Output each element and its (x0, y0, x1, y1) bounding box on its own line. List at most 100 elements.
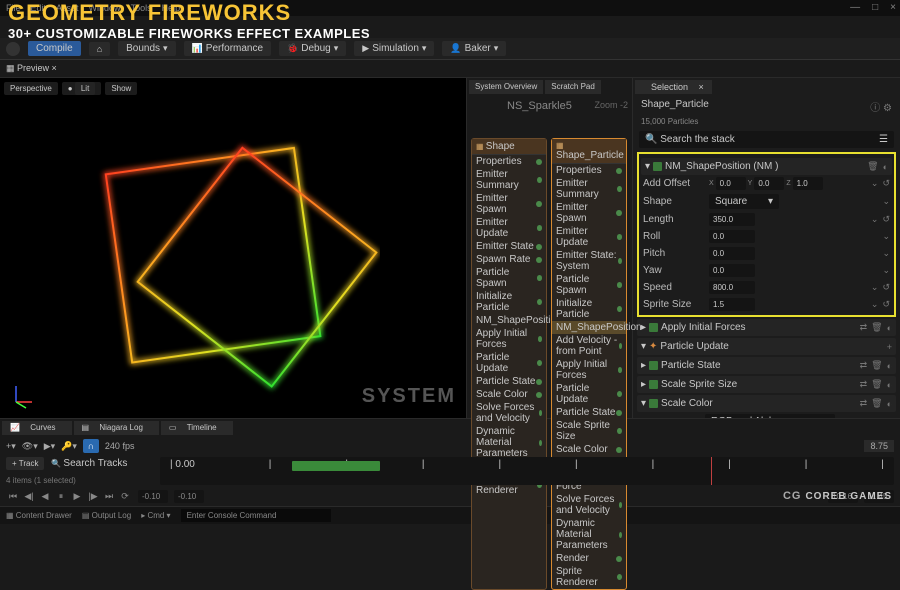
node-row[interactable]: Apply Initial Forces (472, 327, 546, 351)
bounds-button[interactable]: Bounds ▾ (118, 41, 175, 56)
range-start[interactable]: -0.10 (138, 490, 168, 503)
yaw-input[interactable]: 0.0 (709, 264, 755, 277)
node-row[interactable]: Solve Forces and Velocity (472, 401, 546, 425)
tab-selection[interactable]: Selection × (635, 80, 712, 94)
length-input[interactable]: 350.0 (709, 213, 755, 226)
goto-start-icon[interactable]: ⏮ (6, 491, 20, 502)
node-row[interactable]: Sprite Renderer (552, 565, 626, 589)
node-row[interactable]: Emitter Update (472, 216, 546, 240)
speed-input[interactable]: 800.0 (709, 281, 755, 294)
emitter-node-shape-particle[interactable]: ▦ Shape_Particle PropertiesEmitter Summa… (551, 138, 627, 590)
module-header[interactable]: ▾NM_ShapePosition (NM )🗑◐ (641, 158, 892, 175)
chevron-down-icon[interactable]: ⌄ (871, 178, 879, 189)
node-row[interactable]: Apply Initial Forces (552, 358, 626, 382)
timeline-segment[interactable] (292, 461, 380, 471)
search-tracks[interactable]: 🔍 Search Tracks (51, 459, 127, 468)
node-row[interactable]: Render (552, 552, 626, 565)
cmd-button[interactable]: ▸ Cmd ▾ (141, 511, 170, 520)
node-row[interactable]: Emitter Summary (552, 177, 626, 201)
maximize-icon[interactable]: □ (872, 2, 878, 13)
minimize-icon[interactable]: — (850, 2, 860, 13)
pitch-input[interactable]: 0.0 (709, 247, 755, 260)
offset-y-input[interactable]: 0.0 (754, 177, 784, 190)
emitter-node-shape[interactable]: ▦ Shape PropertiesEmitter SummaryEmitter… (471, 138, 547, 590)
viewport-perspective[interactable]: Perspective (4, 82, 58, 95)
delete-icon[interactable]: 🗑 (867, 161, 878, 172)
preview-viewport[interactable]: Perspective ● Lit Show SYSTEM (0, 78, 466, 418)
reset-icon[interactable]: ↺ (882, 178, 890, 189)
node-row[interactable]: Add Velocity - from Point (552, 334, 626, 358)
viewport-show[interactable]: Show (105, 82, 137, 95)
viewport-lit[interactable]: ● Lit (62, 82, 102, 95)
preview-tab[interactable]: ▦ Preview × (6, 63, 57, 74)
tab-system-overview[interactable]: System Overview (469, 80, 543, 94)
node-row[interactable]: Emitter Spawn (472, 192, 546, 216)
baker-button[interactable]: 👤 Baker ▾ (442, 41, 506, 56)
toggle-icon[interactable]: ◐ (883, 162, 888, 172)
key-icon[interactable]: 🔑▾ (61, 441, 77, 452)
node-row[interactable]: Solve Forces and Velocity (552, 493, 626, 517)
playback-icon[interactable]: ▶▾ (44, 441, 55, 452)
current-time[interactable]: 8.75 (864, 440, 894, 452)
node-row[interactable]: Emitter State (472, 240, 546, 253)
curve-mode-icon[interactable]: ∩ (83, 439, 99, 453)
node-row[interactable]: NM_ShapePosition (472, 314, 546, 327)
add-track-button[interactable]: + Track (6, 457, 44, 470)
tab-timeline[interactable]: ▭ Timeline (161, 421, 233, 435)
node-row[interactable]: Emitter Spawn (552, 201, 626, 225)
step-fwd-icon[interactable]: |▶ (86, 491, 100, 502)
console-input[interactable]: Enter Console Command (181, 509, 331, 522)
tab-scratch-pad[interactable]: Scratch Pad (545, 80, 601, 94)
output-log-button[interactable]: ▤ Output Log (82, 511, 131, 520)
node-row[interactable]: Particle State (472, 375, 546, 388)
node-row[interactable]: Emitter State: System (552, 249, 626, 273)
play-icon[interactable]: ▶ (70, 491, 84, 502)
shape-dropdown[interactable]: Square▾ (709, 194, 779, 209)
node-row[interactable]: Particle Update (472, 351, 546, 375)
stack-icons[interactable]: ⓘ ⚙ (870, 99, 892, 114)
play-reverse-icon[interactable]: ◀ (38, 491, 52, 502)
node-row[interactable]: Dynamic Material Parameters (552, 517, 626, 552)
search-stack-input[interactable]: 🔍 Search the stack☰ (639, 131, 894, 148)
close-icon[interactable]: × (890, 2, 896, 13)
particle-update-header[interactable]: ▾✦Particle Update+ (637, 338, 896, 355)
view-start[interactable]: -0.10 (174, 490, 204, 503)
playhead[interactable] (711, 457, 712, 485)
offset-z-input[interactable]: 1.0 (793, 177, 823, 190)
offset-x-input[interactable]: 0.0 (716, 177, 746, 190)
node-row[interactable]: Scale Sprite Size (552, 419, 626, 443)
node-row[interactable]: Particle State (552, 406, 626, 419)
fps-dropdown[interactable]: 240 fps (105, 441, 135, 451)
timeline-track[interactable]: | 0.00||||||||| (160, 457, 894, 485)
apply-initial-forces-header[interactable]: ▸Apply Initial Forces⇄🗑◐ (637, 319, 896, 336)
node-row[interactable]: Initialize Particle (552, 297, 626, 321)
goto-end-icon[interactable]: ⏭ (102, 491, 116, 502)
add-key-icon[interactable]: +▾ (6, 441, 16, 452)
filter-icon[interactable]: ☰ (879, 134, 888, 145)
tab-curves[interactable]: 📈 Curves (2, 421, 72, 435)
scale-sprite-size-header[interactable]: ▸Scale Sprite Size⇄🗑◐ (637, 376, 896, 393)
view-icon[interactable]: 👁▾ (22, 441, 38, 452)
node-row[interactable]: NM_ShapePosition (552, 321, 626, 334)
simulation-button[interactable]: ▶ Simulation ▾ (354, 41, 434, 56)
roll-input[interactable]: 0.0 (709, 230, 755, 243)
module-enabled-checkbox[interactable] (653, 162, 662, 171)
step-back-icon[interactable]: ◀| (22, 491, 36, 502)
node-row[interactable]: Dynamic Material Parameters (472, 425, 546, 460)
compile-button[interactable]: Compile (28, 41, 81, 56)
node-row[interactable]: Particle Spawn (472, 266, 546, 290)
debug-button[interactable]: 🐞 Debug ▾ (279, 41, 346, 56)
pause-icon[interactable]: ⏸ (54, 491, 68, 502)
node-row[interactable]: Emitter Update (552, 225, 626, 249)
node-row[interactable]: Emitter Summary (472, 168, 546, 192)
spritesize-input[interactable]: 1.5 (709, 298, 755, 311)
scalemode-dropdown[interactable]: RGB and Alpha Separately▾ (705, 414, 835, 418)
node-row[interactable]: Initialize Particle (472, 290, 546, 314)
node-row[interactable]: Properties (472, 155, 546, 168)
node-row[interactable]: Scale Color (552, 443, 626, 456)
home-button[interactable]: ⌂ (89, 42, 110, 56)
node-row[interactable]: Particle Spawn (552, 273, 626, 297)
content-drawer-button[interactable]: ▦ Content Drawer (6, 511, 72, 520)
node-row[interactable]: Particle Update (552, 382, 626, 406)
node-row[interactable]: Spawn Rate (472, 253, 546, 266)
